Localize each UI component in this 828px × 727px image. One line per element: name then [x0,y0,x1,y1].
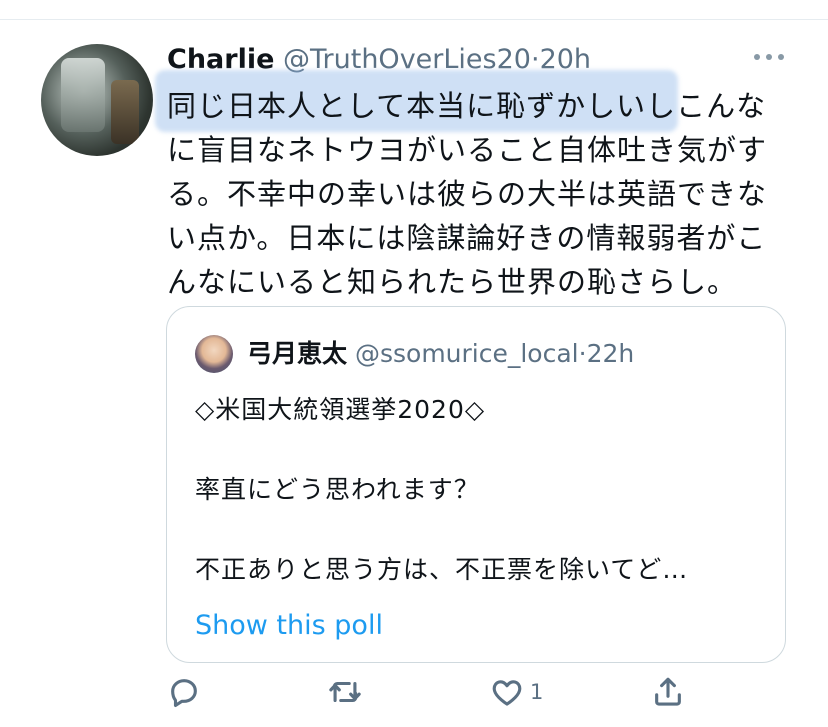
avatar-bottle-shape [111,80,139,144]
reply-button[interactable] [167,675,201,709]
quoted-author-name: 弓月恵太 [247,339,348,368]
like-icon [492,680,522,706]
more-dot [778,54,784,60]
retweet-icon [329,681,361,703]
like-button[interactable]: 1 [490,675,543,709]
like-count: 1 [530,680,544,704]
quoted-header: 弓月恵太 @ssomurice_local·22h [247,336,634,372]
share-icon [655,677,681,706]
avatar[interactable] [41,44,153,156]
top-divider [0,19,828,20]
quoted-text-line: 不正ありと思う方は、不正票を除いてど… [195,555,689,584]
reply-icon [171,679,197,708]
more-options-icon[interactable] [754,47,784,67]
retweet-button[interactable] [328,675,362,709]
quoted-timestamp: 22h [586,339,635,368]
show-poll-link[interactable]: Show this poll [195,607,383,645]
quoted-text-line: ◇米国大統領選挙2020◇ [195,395,486,424]
more-dot [766,54,772,60]
quoted-tweet[interactable]: 弓月恵太 @ssomurice_local·22h ◇米国大統領選挙2020◇ … [166,306,786,663]
avatar-glass-shape [61,58,105,132]
quoted-text-line: 率直にどう思われます？ [195,475,480,504]
tweet-text: 同じ日本人として本当に恥ずかしいしこんな に盲目なネトウヨがいること自体吐き気が… [167,89,768,299]
quoted-separator-dot: · [578,339,587,368]
more-dot [754,54,760,60]
action-bar: 1 [0,675,828,723]
share-button[interactable] [651,675,685,709]
quoted-avatar[interactable] [195,335,233,373]
quoted-author-handle: @ssomurice_local [354,339,579,368]
